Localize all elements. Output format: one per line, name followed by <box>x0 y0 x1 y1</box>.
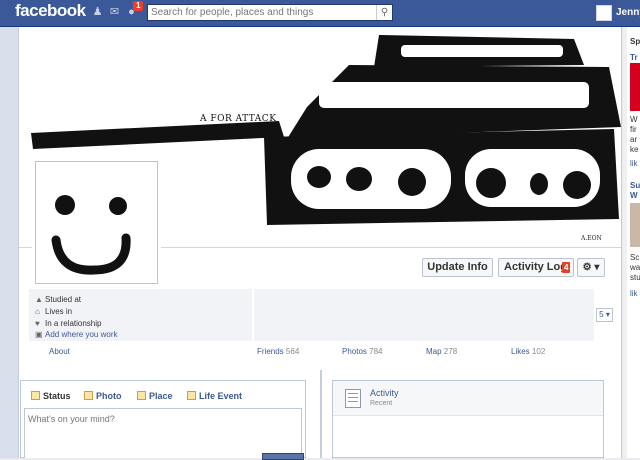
activity-log-button[interactable]: Activity Log 4 <box>498 258 574 277</box>
activity-list-icon <box>345 389 361 408</box>
place-icon <box>137 391 146 400</box>
life-event-icon <box>187 391 196 400</box>
search-icon[interactable]: ⚲ <box>376 5 392 20</box>
sidebar-text: fir <box>630 125 637 134</box>
status-pencil-icon <box>31 391 40 400</box>
photo-icon <box>84 391 93 400</box>
left-gutter <box>0 27 18 458</box>
notification-badge: 1 <box>133 1 144 11</box>
graduation-cap-icon: ▲ <box>35 295 43 304</box>
sidebar-text: ke <box>630 145 639 154</box>
cover-signature: A.EON <box>581 235 602 242</box>
briefcase-icon: ▣ <box>35 330 43 339</box>
settings-gear-button[interactable]: ⚙ ▾ <box>577 258 605 277</box>
facebook-logo[interactable]: facebook <box>15 1 86 21</box>
ad-image[interactable] <box>630 203 640 247</box>
activity-header[interactable]: Activity Recent <box>333 381 603 416</box>
user-name-link[interactable]: Jenny <box>616 7 640 18</box>
sidebar-text: ar <box>630 135 638 144</box>
friend-requests-icon[interactable]: ♟ <box>91 6 104 19</box>
tab-likes[interactable]: Likes 102 <box>511 347 545 356</box>
ad-image[interactable] <box>630 63 640 111</box>
add-work-link[interactable]: ▣ Add where you work <box>35 329 117 340</box>
sidebar-text: wa <box>630 263 640 272</box>
tab-photos[interactable]: Photos 784 <box>342 347 383 356</box>
sidebar-text: Sp <box>630 37 640 46</box>
top-navigation-bar: facebook ♟ ✉ ● 1 ⚲ Jenny <box>0 0 640 27</box>
sidebar-text: stu <box>630 273 640 282</box>
heart-icon: ♥ <box>35 319 40 328</box>
apps-panel <box>254 289 594 341</box>
smiley-face-drawing <box>51 195 131 275</box>
sidebar-text: W <box>630 115 638 124</box>
info-relationship: ♥ In a relationship <box>35 319 102 328</box>
sidebar-text[interactable]: Tr <box>630 53 638 62</box>
timeline-spine <box>320 370 322 458</box>
composer-tab-status[interactable]: Status <box>31 391 71 401</box>
sidebar-text[interactable]: Su <box>630 181 640 190</box>
cover-caption: A FOR ATTACK <box>200 114 277 124</box>
status-input[interactable] <box>24 408 302 458</box>
apps-more-dropdown[interactable]: 5 ▾ <box>596 308 613 322</box>
messages-icon[interactable]: ✉ <box>108 6 121 19</box>
about-link[interactable]: About <box>49 347 70 356</box>
info-lives-in: ⌂ Lives in <box>35 307 73 316</box>
info-studied-at: ▲ Studied at <box>35 295 82 304</box>
activity-title: Activity <box>370 388 399 398</box>
profile-picture[interactable] <box>35 161 158 284</box>
sidebar-text[interactable]: W <box>630 191 638 200</box>
activity-log-label: Activity Log <box>504 261 567 273</box>
tab-map[interactable]: Map 278 <box>426 347 457 356</box>
sidebar-text: Sc <box>630 253 640 262</box>
about-info-panel: ▲ Studied at ⌂ Lives in ♥ In a relationship… <box>29 289 252 341</box>
tab-friends[interactable]: Friends 564 <box>257 347 299 356</box>
home-icon: ⌂ <box>35 307 40 316</box>
activity-subtitle: Recent <box>370 400 393 407</box>
sidebar-text[interactable]: lik <box>630 289 638 298</box>
right-sidebar-ads: Sp Tr W fir ar ke lik Su W Sc wa stu lik <box>627 27 640 458</box>
sidebar-text[interactable]: lik <box>630 159 638 168</box>
post-button[interactable] <box>262 453 304 460</box>
activity-log-count-badge: 4 <box>562 262 571 273</box>
composer-tab-photo[interactable]: Photo <box>84 391 122 401</box>
composer-tab-life-event[interactable]: Life Event <box>187 391 242 401</box>
composer-tab-place[interactable]: Place <box>137 391 173 401</box>
recent-activity-box: Activity Recent <box>332 380 604 458</box>
search-box: ⚲ <box>147 4 393 21</box>
update-info-button[interactable]: Update Info <box>422 258 493 277</box>
status-composer: Status Photo Place Life Event <box>20 380 306 458</box>
user-avatar[interactable] <box>596 5 612 21</box>
search-input[interactable] <box>151 5 376 20</box>
